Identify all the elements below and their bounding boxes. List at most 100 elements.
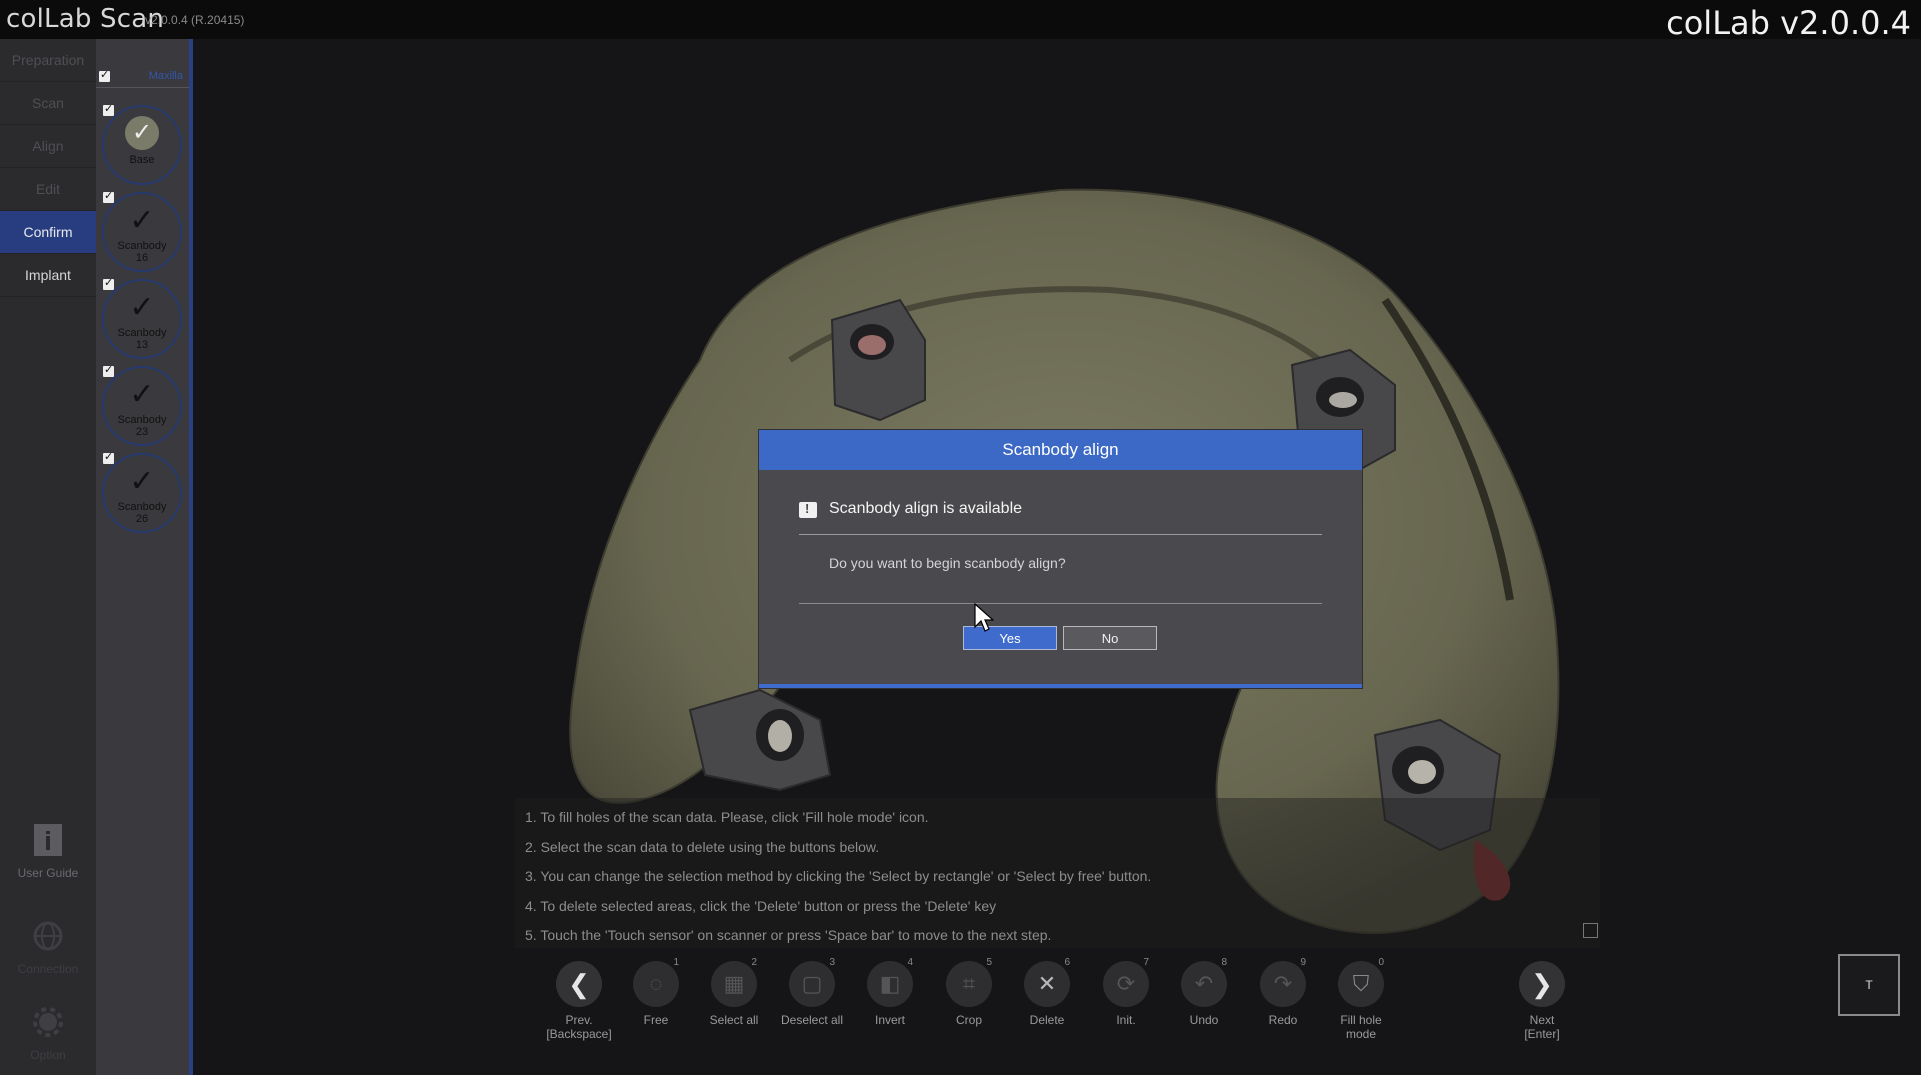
step-scan[interactable]: Scan xyxy=(0,82,96,125)
tool-init-button[interactable]: ⟳ 7 Init. xyxy=(1090,957,1162,1027)
next-button[interactable]: ❯ Next [Enter] xyxy=(1506,961,1578,1041)
step-navigation: Preparation Scan Align Edit Confirm Impl… xyxy=(0,39,97,1075)
instruction-line: 1. To fill holes of the scan data. Pleas… xyxy=(525,809,929,825)
tool-redo-button[interactable]: ↷ 9 Redo xyxy=(1247,957,1319,1027)
check-icon: ✓ xyxy=(129,378,155,411)
scanbody-number: 13 xyxy=(135,339,149,351)
prev-label: Prev. xyxy=(565,1013,593,1027)
invert-icon: ◧ xyxy=(879,971,901,996)
arrow-left-icon: ❮ xyxy=(556,961,602,1007)
prev-button[interactable]: ❮ Prev. [Backspace] xyxy=(543,961,615,1041)
scanbody-checkbox[interactable] xyxy=(103,276,114,290)
scanbody-label: Scanbody xyxy=(117,501,167,513)
scanbody-label: Scanbody xyxy=(117,414,167,426)
scanbody-item-13[interactable]: ✓ Scanbody 13 xyxy=(102,279,182,359)
undo-icon: ↶ xyxy=(1194,971,1214,996)
t-button[interactable]: T xyxy=(1838,954,1900,1016)
crop-icon: ⌗ xyxy=(962,971,976,996)
scanbody-number: 26 xyxy=(135,513,149,525)
tool-label: Free xyxy=(643,1013,669,1027)
deselect-all-icon: ▢ xyxy=(801,971,823,996)
next-label: Next xyxy=(1529,1013,1555,1027)
scanbody-item-26[interactable]: ✓ Scanbody 26 xyxy=(102,453,182,533)
instruction-line: 4. To delete selected areas, click the '… xyxy=(525,897,997,914)
app-version: v2.0.0.4 (R.20415) xyxy=(145,13,245,27)
user-guide-label: User Guide xyxy=(17,866,79,880)
option-button[interactable]: Option xyxy=(0,1005,96,1062)
lasso-icon: ◌ xyxy=(649,971,663,996)
instruction-line: 3. You can change the selection method b… xyxy=(525,868,1152,884)
dialog-title-row: Scanbody align is available xyxy=(799,500,1322,535)
delete-icon: ✕ xyxy=(1037,971,1057,996)
tool-deselect-all-button[interactable]: ▢ 3 Deselect all xyxy=(776,957,848,1027)
collapse-icon[interactable] xyxy=(1583,923,1598,938)
scanbody-item-16[interactable]: ✓ Scanbody 16 xyxy=(102,192,182,272)
tool-label: Init. xyxy=(1116,1013,1136,1027)
app-title: colLab Scan xyxy=(6,4,165,34)
tool-delete-button[interactable]: ✕ 6 Delete xyxy=(1011,957,1083,1027)
instruction-line: 2. Select the scan data to delete using … xyxy=(525,838,880,855)
dialog-header: Scanbody align xyxy=(759,430,1362,470)
maxilla-label: Maxilla xyxy=(148,70,183,82)
prev-shortcut: [Backspace] xyxy=(546,1027,612,1041)
scanbody-label: Base xyxy=(129,154,155,166)
scanbody-label: Scanbody xyxy=(117,240,167,252)
tool-undo-button[interactable]: ↶ 8 Undo xyxy=(1168,957,1240,1027)
tool-fill-hole-button[interactable]: ⛉ 0 Fill hole mode xyxy=(1325,957,1397,1041)
scanbody-item-23[interactable]: ✓ Scanbody 23 xyxy=(102,366,182,446)
scanbody-model xyxy=(830,298,926,422)
init-icon: ⟳ xyxy=(1116,971,1136,996)
tool-label: Undo xyxy=(1189,1013,1219,1027)
scanbody-panel: Maxilla ✓ Base ✓ Scanbody 16 ✓ Scanbody … xyxy=(96,39,193,1075)
scanbody-align-dialog: Scanbody align Scanbody align is availab… xyxy=(759,430,1362,688)
step-implant[interactable]: Implant xyxy=(0,254,96,297)
globe-icon xyxy=(33,921,63,951)
select-all-icon: ▦ xyxy=(723,971,745,996)
tool-label: Redo xyxy=(1268,1013,1298,1027)
step-preparation[interactable]: Preparation xyxy=(0,39,96,82)
no-button[interactable]: No xyxy=(1063,626,1157,650)
mouse-cursor-icon xyxy=(974,603,994,632)
next-shortcut: [Enter] xyxy=(1524,1027,1560,1041)
scanbody-item-base[interactable]: ✓ Base xyxy=(102,105,182,185)
connection-label: Connection xyxy=(17,962,79,976)
arrow-right-icon: ❯ xyxy=(1519,961,1565,1007)
gear-icon xyxy=(33,1007,63,1037)
check-icon: ✓ xyxy=(129,291,155,324)
tool-label: Crop xyxy=(955,1013,982,1027)
dialog-message: Do you want to begin scanbody align? xyxy=(829,555,1066,571)
tool-free-button[interactable]: ◌ 1 Free xyxy=(620,957,692,1027)
scanbody-checkbox[interactable] xyxy=(103,363,114,377)
maxilla-header: Maxilla xyxy=(96,67,189,88)
check-icon: ✓ xyxy=(129,204,155,237)
tool-label: Deselect all xyxy=(780,1013,844,1027)
info-icon xyxy=(34,824,62,856)
step-edit[interactable]: Edit xyxy=(0,168,96,211)
scanbody-label: Scanbody xyxy=(117,327,167,339)
alert-icon xyxy=(799,501,817,518)
title-bar: colLab Scan v2.0.0.4 (R.20415) colLab v2… xyxy=(0,0,1921,42)
scanbody-checkbox[interactable] xyxy=(103,189,114,203)
user-guide-button[interactable]: User Guide xyxy=(0,823,96,880)
tool-label: Fill hole mode xyxy=(1340,1013,1382,1041)
instruction-line: 5. Touch the 'Touch sensor' on scanner o… xyxy=(525,927,1052,943)
option-label: Option xyxy=(30,1048,66,1062)
check-icon: ✓ xyxy=(125,116,159,150)
tool-crop-button[interactable]: ⌗ 5 Crop xyxy=(933,957,1005,1027)
step-confirm[interactable]: Confirm xyxy=(0,211,96,254)
step-align[interactable]: Align xyxy=(0,125,96,168)
scanbody-model xyxy=(688,688,832,792)
scanbody-checkbox[interactable] xyxy=(103,102,114,116)
scanbody-number: 16 xyxy=(135,252,149,264)
dialog-title: Scanbody align is available xyxy=(829,500,1023,517)
tool-label: Delete xyxy=(1029,1013,1065,1027)
maxilla-checkbox[interactable] xyxy=(99,68,110,82)
tool-invert-button[interactable]: ◧ 4 Invert xyxy=(854,957,926,1027)
scanbody-checkbox[interactable] xyxy=(103,450,114,464)
check-icon: ✓ xyxy=(129,465,155,498)
connection-button[interactable]: Connection xyxy=(0,919,96,976)
instruction-list: 1. To fill holes of the scan data. Pleas… xyxy=(525,803,1151,951)
tool-label: Invert xyxy=(874,1013,905,1027)
brand-version: colLab v2.0.0.4 xyxy=(1666,4,1911,42)
tool-select-all-button[interactable]: ▦ 2 Select all xyxy=(698,957,770,1027)
